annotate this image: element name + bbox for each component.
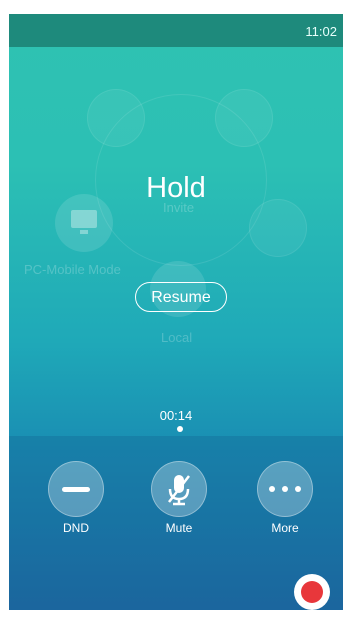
mic-off-icon — [168, 475, 190, 506]
call-screen: 11:02 Invite PC-Mobile Mode Local Hold R… — [9, 14, 343, 610]
ghost-circle-top-left — [87, 89, 145, 147]
call-duration: 00:14 — [159, 408, 193, 423]
more-label: More — [271, 521, 299, 535]
record-icon — [301, 581, 323, 603]
mute-label: Mute — [165, 521, 193, 535]
more-button[interactable] — [257, 461, 313, 517]
pc-mobile-mode-label: PC-Mobile Mode — [24, 262, 121, 277]
dnd-action[interactable]: DND — [48, 461, 104, 535]
page-indicator-dot — [177, 426, 183, 432]
local-label: Local — [161, 330, 193, 345]
clock: 11:02 — [305, 24, 337, 39]
resume-button[interactable]: Resume — [135, 282, 227, 312]
dnd-label: DND — [63, 521, 89, 535]
dnd-button[interactable] — [48, 461, 104, 517]
more-icon — [269, 486, 301, 492]
more-action[interactable]: More — [257, 461, 313, 535]
status-bar: 11:02 — [9, 14, 343, 47]
dnd-icon — [62, 487, 90, 492]
mute-action[interactable]: Mute — [151, 461, 207, 535]
record-button[interactable] — [294, 574, 330, 610]
monitor-icon — [71, 210, 97, 228]
ghost-circle-top-right — [215, 89, 273, 147]
monitor-stand — [80, 230, 88, 234]
ghost-circle-right — [249, 199, 307, 257]
mute-button[interactable] — [151, 461, 207, 517]
call-state-title: Hold — [146, 172, 206, 204]
